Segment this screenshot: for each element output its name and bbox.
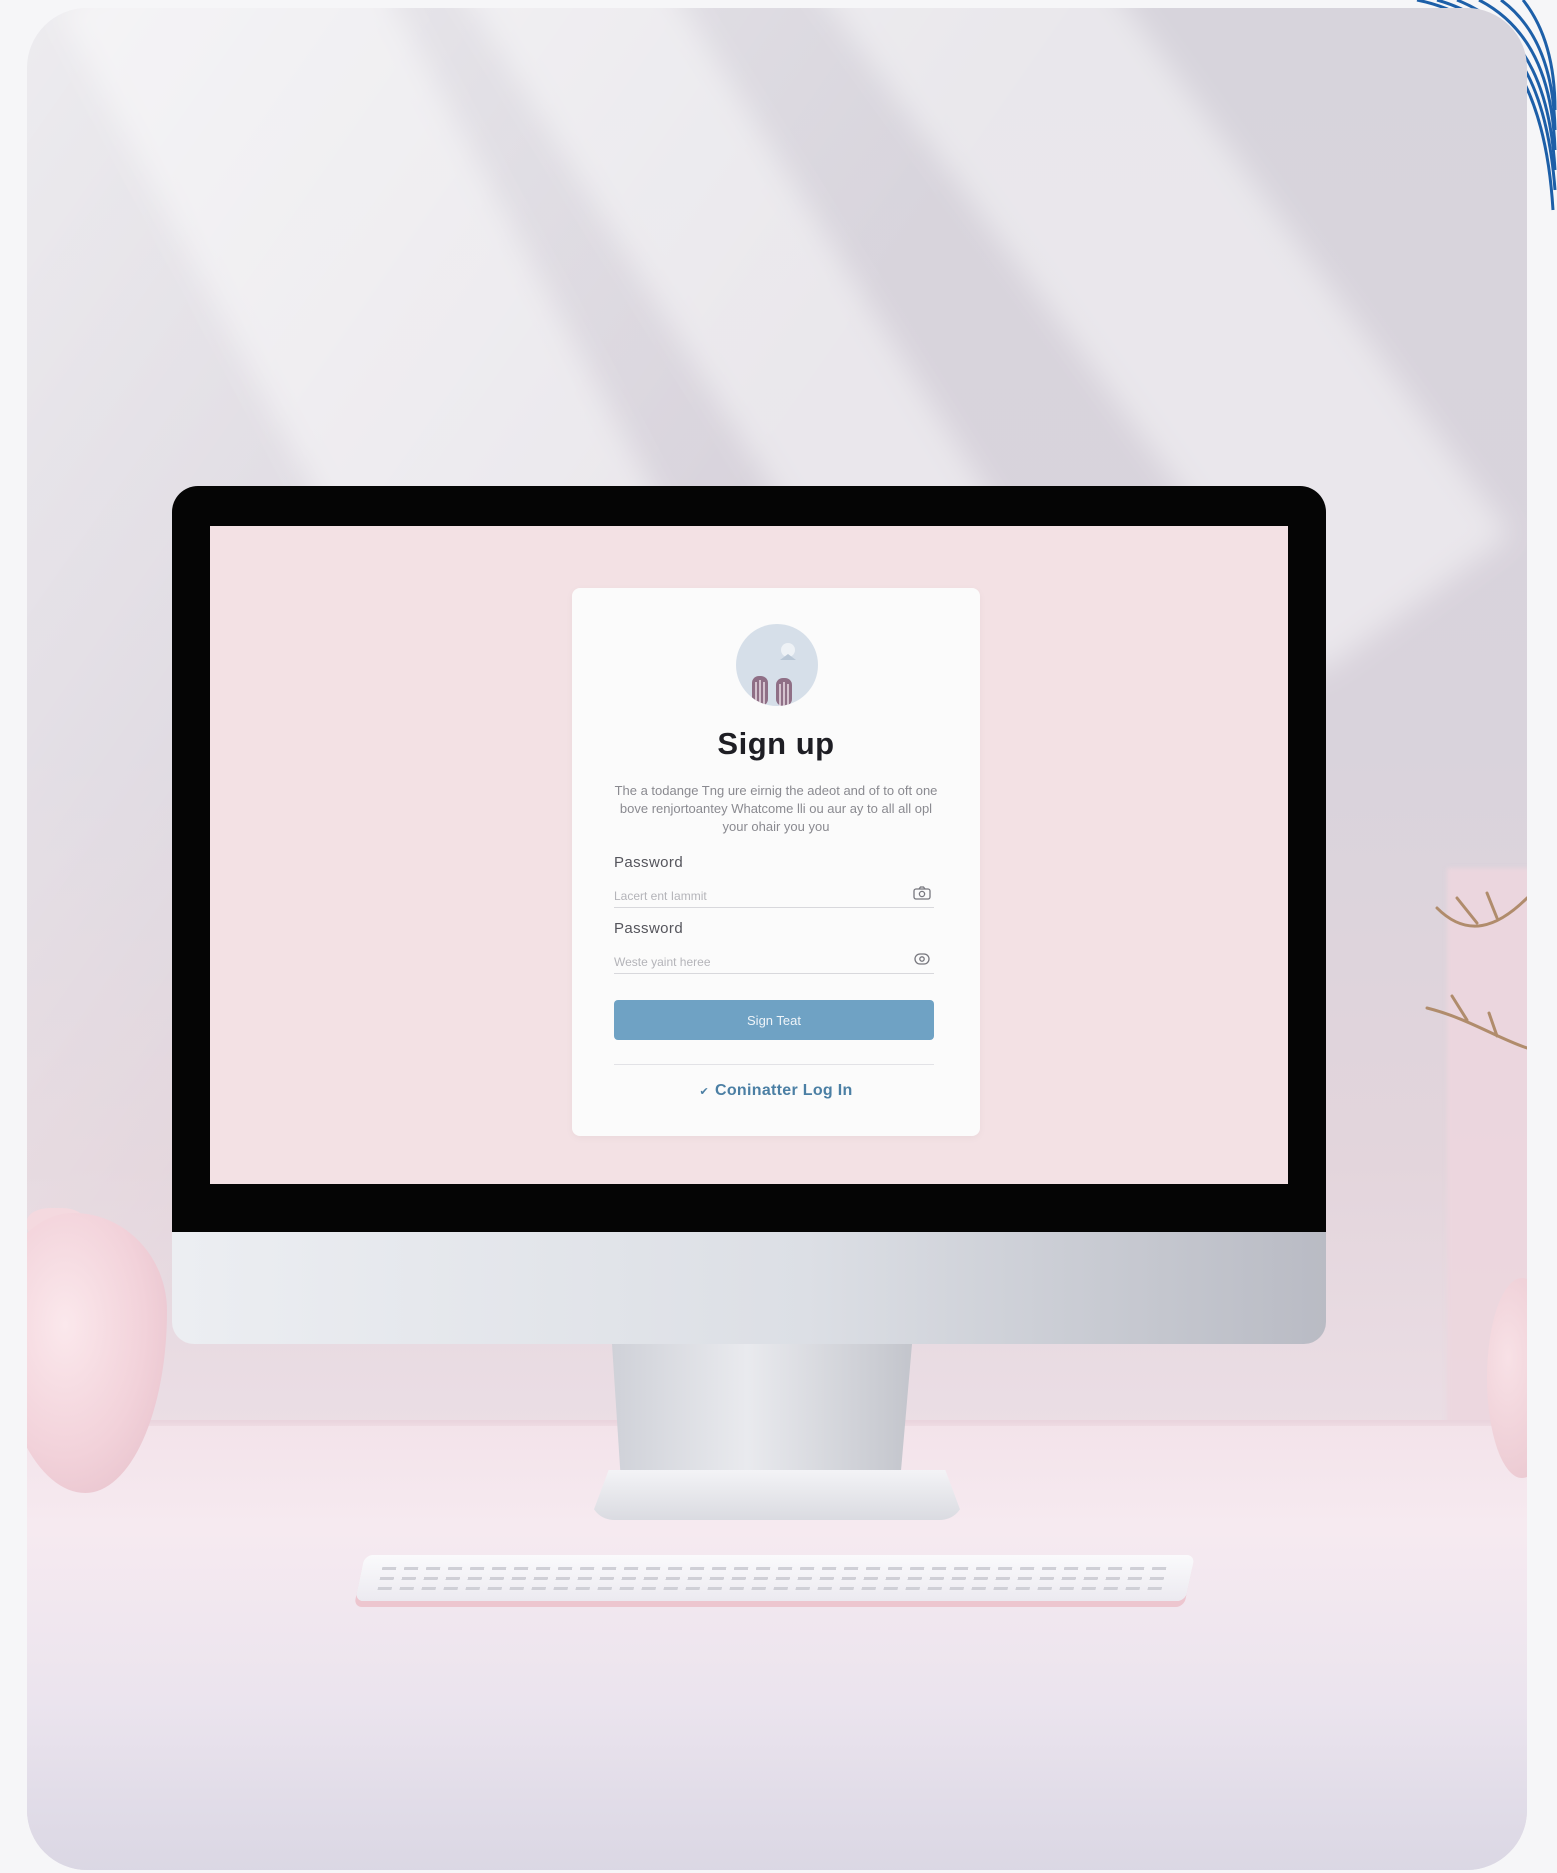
login-link-label: Coninatter Log In [715,1082,853,1099]
confirm-password-label: Password [614,920,684,937]
divider [614,1064,934,1065]
keyboard-key-row [379,1577,1171,1580]
keyboard-key-row [381,1567,1173,1570]
confirm-password-input[interactable] [614,950,934,974]
eye-icon[interactable] [912,952,932,968]
check-icon: ✔ [699,1086,709,1098]
brand-logo-icon [736,624,818,706]
signup-submit-button[interactable]: Sign Teat [614,1000,934,1040]
monitor-stand-base [590,1470,964,1520]
signup-card: Sign up The a todange Tng ure eirnig the… [572,588,980,1136]
camera-icon[interactable] [912,886,932,902]
signup-title: Sign up [717,726,835,761]
keyboard-key-row [377,1587,1169,1590]
signup-description: The a todange Tng ure eirnig the adeot a… [614,783,938,834]
keyboard [355,1555,1195,1601]
page: Sign up The a todange Tng ure eirnig the… [0,0,1557,1873]
password-input[interactable] [614,884,934,908]
password-label: Password [614,854,684,871]
login-link[interactable]: ✔ Coninatter Log In [572,1082,980,1100]
dried-branches [1425,891,1527,1050]
monitor-chin [172,1232,1326,1344]
monitor-stand [612,1344,912,1482]
